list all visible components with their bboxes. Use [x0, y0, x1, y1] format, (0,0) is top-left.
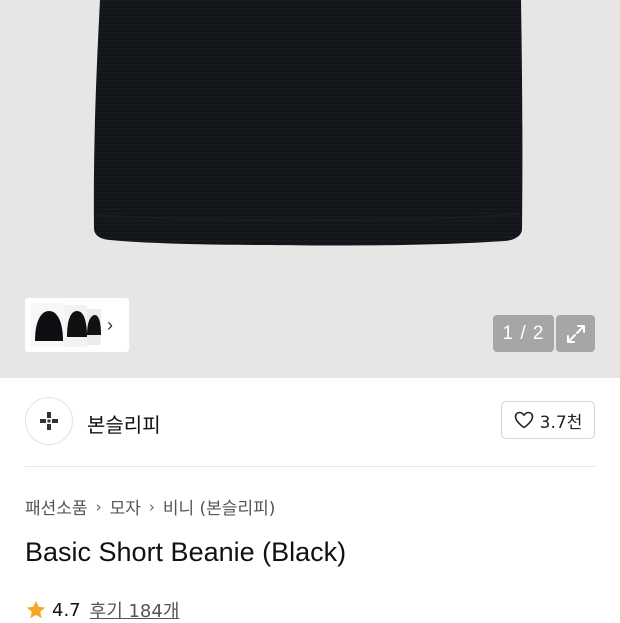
product-title: Basic Short Beanie (Black): [25, 537, 347, 567]
breadcrumb-item-subcategory[interactable]: 모자: [110, 494, 141, 519]
thumbnail-images: [29, 301, 101, 349]
rating-row: 4.7 후기 184개: [25, 597, 179, 623]
rating-score: 4.7: [52, 599, 81, 621]
star-icon: [26, 600, 46, 619]
brand-logo[interactable]: [25, 397, 73, 445]
chevron-right-icon[interactable]: ›: [107, 316, 113, 334]
divider: [25, 466, 595, 467]
expand-icon: [566, 324, 585, 343]
like-count: 3.7천: [539, 412, 583, 433]
review-count-link[interactable]: 후기 184개: [90, 597, 180, 623]
brand-name[interactable]: 본슬리피: [87, 409, 161, 438]
thumbnail-strip[interactable]: ›: [25, 298, 129, 352]
brand-row: 본슬리피 3.7천: [25, 397, 595, 447]
expand-button[interactable]: [556, 315, 595, 352]
breadcrumb: 패션소품 › 모자 › 비니 (본슬리피): [25, 494, 276, 520]
plus-icon: [40, 412, 58, 430]
chevron-right-icon: ›: [95, 497, 102, 516]
breadcrumb-item-category[interactable]: 패션소품: [25, 494, 88, 519]
chevron-right-icon: ›: [148, 497, 155, 516]
breadcrumb-item-current[interactable]: 비니 (본슬리피): [163, 494, 276, 519]
like-button[interactable]: 3.7천: [501, 401, 595, 439]
product-image-gallery[interactable]: › 1 / 2: [0, 0, 620, 378]
heart-icon: [514, 411, 533, 429]
image-counter: 1 / 2: [493, 315, 554, 352]
